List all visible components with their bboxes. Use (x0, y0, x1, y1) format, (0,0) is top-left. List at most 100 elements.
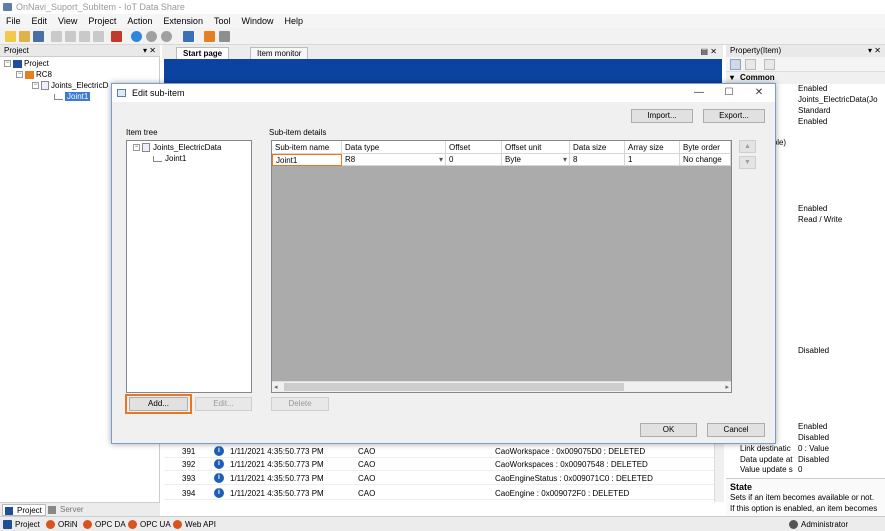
info-icon: i (214, 488, 224, 498)
menu-project[interactable]: Project (82, 14, 121, 28)
item-tree: − Joints_ElectricData Joint1 (126, 140, 252, 393)
grid-horizontal-scrollbar[interactable]: ◂ ▸ (272, 381, 731, 392)
tree-node-rc8[interactable]: − RC8 (16, 70, 52, 80)
export-button[interactable]: Export... (703, 109, 765, 123)
variable-icon (142, 143, 150, 153)
menu-help[interactable]: Help (278, 14, 308, 28)
play-icon[interactable] (131, 31, 142, 42)
project-pane-pin-close[interactable]: ▾ ✕ (143, 45, 156, 57)
column-header-data-size[interactable]: Data size (570, 141, 625, 154)
column-header-sub-item-name[interactable]: Sub-item name (272, 141, 342, 154)
categorized-icon[interactable] (730, 59, 741, 70)
menu-edit[interactable]: Edit (26, 14, 53, 28)
property-pages-icon[interactable] (764, 59, 775, 70)
delete-icon[interactable] (93, 31, 104, 42)
column-header-offset[interactable]: Offset (446, 141, 502, 154)
property-pane-controls[interactable]: ▾ ✕ (868, 45, 881, 57)
edit-button[interactable]: Edit... (195, 397, 252, 411)
column-header-data-type[interactable]: Data type (342, 141, 446, 154)
tab-start-page[interactable]: Start page (176, 47, 230, 59)
menu-tool[interactable]: Tool (208, 14, 236, 28)
sub-item-grid: Sub-item name Data type Offset Offset un… (271, 140, 732, 393)
delete-button[interactable]: Delete (271, 397, 329, 411)
sort-alpha-icon[interactable] (745, 59, 756, 70)
item-tree-label: Item tree (126, 128, 158, 137)
tree-node-variable[interactable]: − Joints_ElectricD (32, 81, 108, 91)
monitor-icon[interactable] (183, 31, 194, 42)
cell-sub-item-name[interactable]: Joint1 (272, 154, 342, 166)
cell-data-size[interactable]: 8 (570, 154, 625, 166)
menu-extension[interactable]: Extension (157, 14, 208, 28)
open-folder-icon[interactable] (19, 31, 30, 42)
property-description-text: Sets if an item becomes available or not… (730, 493, 875, 502)
column-header-byte-order[interactable]: Byte order (680, 141, 731, 154)
cell-data-type-select[interactable]: R8 (342, 154, 446, 166)
copy-icon[interactable] (65, 31, 76, 42)
status-opc-ua[interactable]: OPC UA (127, 519, 171, 530)
maximize-button[interactable]: ☐ (716, 84, 742, 102)
log-row[interactable]: 393 i 1/11/2021 4:35:50.773 PM CAO CaoEn… (164, 472, 714, 485)
status-orin[interactable]: ORiN (45, 519, 78, 530)
cancel-button[interactable]: Cancel (707, 423, 765, 437)
menu-view[interactable]: View (52, 14, 82, 28)
add-button[interactable]: Add... (129, 397, 188, 411)
document-tab-controls[interactable]: ▤ ✕ (701, 47, 717, 56)
cell-offset[interactable]: 0 (446, 154, 502, 166)
item-tree-parent[interactable]: − Joints_ElectricData (133, 143, 221, 153)
tab-server[interactable]: Server (46, 504, 87, 516)
move-down-button[interactable]: ▼ (739, 156, 756, 169)
edit-sub-item-dialog: Edit sub-item — ☐ ✕ Import... Export... … (111, 83, 776, 444)
column-header-array-size[interactable]: Array size (625, 141, 680, 154)
network-icon[interactable] (219, 31, 230, 42)
menu-window[interactable]: Window (235, 14, 278, 28)
project-icon (3, 520, 12, 529)
move-up-button[interactable]: ▲ (739, 140, 756, 153)
log-row[interactable]: 392 i 1/11/2021 4:35:50.773 PM CAO CaoWo… (164, 458, 714, 471)
controller-icon (25, 70, 34, 79)
menu-file[interactable]: File (0, 14, 26, 28)
log-scrollbar[interactable] (714, 440, 724, 502)
scroll-left-icon[interactable]: ◂ (274, 383, 278, 391)
paste-icon[interactable] (79, 31, 90, 42)
collapse-icon[interactable]: − (32, 82, 39, 90)
server-status-icon (173, 520, 182, 529)
item-tree-child[interactable]: Joint1 (153, 154, 186, 164)
collapse-icon[interactable]: − (4, 60, 11, 68)
stop-icon[interactable] (161, 31, 172, 42)
server-icon (48, 506, 56, 514)
cell-array-size[interactable]: 1 (625, 154, 680, 166)
status-project[interactable]: Project (2, 519, 40, 530)
collapse-icon[interactable]: − (133, 144, 140, 152)
scroll-thumb[interactable] (284, 383, 624, 391)
tree-node-project[interactable]: − Project (4, 59, 49, 69)
minimize-button[interactable]: — (686, 84, 712, 102)
property-row[interactable]: Value update s 0 (726, 464, 885, 476)
property-pane-header: Property(Item) ▾ ✕ (726, 45, 885, 57)
tools-icon[interactable] (204, 31, 215, 42)
collapse-icon[interactable]: − (16, 71, 23, 79)
pause-icon[interactable] (146, 31, 157, 42)
tab-project[interactable]: Project (2, 504, 46, 516)
scroll-right-icon[interactable]: ▸ (725, 383, 729, 391)
menu-action[interactable]: Action (121, 14, 157, 28)
column-header-offset-unit[interactable]: Offset unit (502, 141, 570, 154)
import-button[interactable]: Import... (631, 109, 693, 123)
cell-offset-unit-select[interactable]: Byte (502, 154, 570, 166)
cell-byte-order[interactable]: No change (680, 154, 731, 166)
ok-button[interactable]: OK (640, 423, 697, 437)
tree-node-joint1[interactable]: Joint1 (54, 92, 91, 102)
new-project-icon[interactable] (5, 31, 16, 42)
log-row[interactable]: 394 i 1/11/2021 4:35:50.773 PM CAO CaoEn… (164, 487, 714, 500)
cut-icon[interactable] (51, 31, 62, 42)
close-button[interactable]: ✕ (746, 84, 772, 102)
project-pane-tabs: Project Server (0, 502, 160, 516)
toolbox-icon[interactable] (111, 31, 122, 42)
status-opc-da[interactable]: OPC DA (82, 519, 126, 530)
tab-item-monitor[interactable]: Item monitor (250, 47, 309, 59)
info-icon: i (214, 459, 224, 469)
log-row[interactable]: 391 i 1/11/2021 4:35:50.773 PM CAO CaoWo… (164, 445, 714, 458)
save-icon[interactable] (33, 31, 44, 42)
status-web-api[interactable]: Web API (172, 519, 216, 530)
sub-item-details-label: Sub-item details (269, 128, 327, 137)
property-description-title: State (730, 482, 753, 492)
